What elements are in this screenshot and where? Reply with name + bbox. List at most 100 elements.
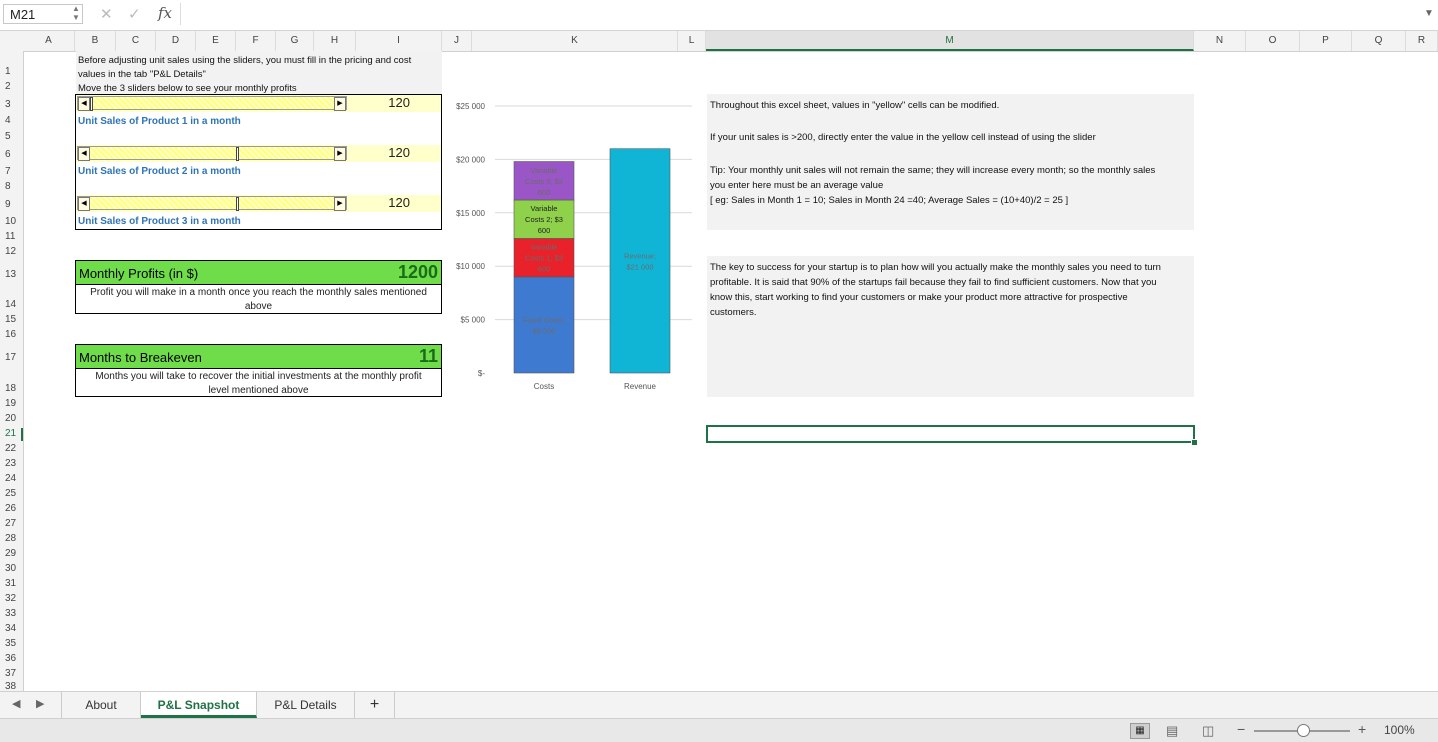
column-header[interactable]: B (75, 31, 116, 51)
row-header[interactable]: 20 (0, 413, 23, 426)
column-header[interactable]: P (1300, 31, 1352, 51)
unit-sales-slider-3[interactable]: ◀ ▶ (77, 196, 347, 211)
column-header[interactable]: E (196, 31, 236, 51)
row-header[interactable]: 21 (0, 428, 23, 441)
column-header[interactable]: C (116, 31, 156, 51)
row-header[interactable]: 13 (0, 269, 23, 282)
row-header[interactable]: 17 (0, 352, 23, 365)
column-header[interactable]: R (1406, 31, 1438, 51)
success-line-1: The key to success for your startup is t… (710, 262, 1161, 273)
row-header[interactable]: 6 (0, 149, 23, 162)
row-header[interactable]: 36 (0, 653, 23, 666)
row-header[interactable]: 32 (0, 593, 23, 606)
slider-decrement-icon[interactable]: ◀ (78, 97, 90, 111)
add-sheet-button[interactable]: + (355, 692, 395, 718)
row-header[interactable]: 15 (0, 314, 23, 327)
slider-thumb[interactable] (235, 197, 239, 211)
row-header[interactable]: 7 (0, 166, 23, 179)
row-header[interactable]: 35 (0, 638, 23, 651)
row-header[interactable]: 30 (0, 563, 23, 576)
slider-increment-icon[interactable]: ▶ (334, 97, 346, 111)
row-header[interactable]: 1 (0, 66, 23, 79)
row-header[interactable]: 28 (0, 533, 23, 546)
costs-revenue-chart[interactable]: $-$5 000$10 000$15 000$20 000$25 000Fixe… (447, 93, 697, 403)
row-header[interactable]: 34 (0, 623, 23, 636)
slider-thumb[interactable] (235, 147, 239, 161)
column-header[interactable]: G (276, 31, 314, 51)
unit-sales-value-3[interactable]: 120 (350, 195, 410, 211)
row-header[interactable]: 12 (0, 246, 23, 259)
row-header[interactable]: 29 (0, 548, 23, 561)
row-header[interactable]: 5 (0, 131, 23, 144)
confirm-icon[interactable]: ✓ (128, 5, 141, 23)
row-header[interactable]: 26 (0, 503, 23, 516)
row-header[interactable]: 37 (0, 668, 23, 681)
column-header[interactable]: M (706, 31, 1194, 51)
page-layout-icon[interactable]: ▤ (1166, 723, 1178, 739)
page-break-icon[interactable]: ◫ (1202, 723, 1214, 739)
slider-increment-icon[interactable]: ▶ (334, 197, 346, 211)
unit-sales-value-1[interactable]: 120 (350, 95, 410, 111)
column-header[interactable]: J (442, 31, 472, 51)
unit-sales-value-2[interactable]: 120 (350, 145, 410, 161)
slider-decrement-icon[interactable]: ◀ (78, 197, 90, 211)
sheet-tab-bar: ◀ ▶ About P&L Snapshot P&L Details + (0, 691, 1438, 719)
tab-pl-details[interactable]: P&L Details (257, 692, 355, 718)
monthly-profits-value[interactable]: 1200 (398, 262, 438, 283)
insert-function-icon[interactable]: fx (158, 4, 172, 22)
row-header[interactable]: 16 (0, 329, 23, 342)
cancel-icon[interactable]: ✕ (100, 5, 113, 23)
row-header[interactable]: 3 (0, 99, 23, 112)
row-header[interactable]: 33 (0, 608, 23, 621)
row-header[interactable]: 18 (0, 383, 23, 396)
column-header[interactable]: A (23, 31, 75, 51)
column-header[interactable]: H (314, 31, 356, 51)
column-header[interactable]: N (1194, 31, 1246, 51)
prev-sheet-icon[interactable]: ◀ (12, 697, 20, 710)
column-header[interactable]: Q (1352, 31, 1406, 51)
column-header[interactable]: F (236, 31, 276, 51)
expand-formula-bar-icon[interactable]: ▼ (1424, 8, 1434, 19)
row-header[interactable]: 14 (0, 299, 23, 312)
row-header[interactable]: 27 (0, 518, 23, 531)
tab-about[interactable]: About (61, 692, 141, 718)
row-header[interactable]: 23 (0, 458, 23, 471)
note-tip-3: [ eg: Sales in Month 1 = 10; Sales in Mo… (710, 195, 1069, 206)
row-header[interactable]: 4 (0, 115, 23, 128)
success-line-4: customers. (710, 307, 757, 318)
column-header[interactable]: L (678, 31, 706, 51)
normal-view-icon[interactable]: ▦ (1130, 723, 1150, 739)
column-header[interactable]: O (1246, 31, 1300, 51)
unit-sales-slider-1[interactable]: ◀ ▶ (77, 96, 347, 111)
row-header[interactable]: 25 (0, 488, 23, 501)
unit-sales-slider-2[interactable]: ◀ ▶ (77, 146, 347, 161)
row-header[interactable]: 31 (0, 578, 23, 591)
unit-sales-label-1: Unit Sales of Product 1 in a month (78, 116, 241, 127)
zoom-level[interactable]: 100% (1384, 723, 1415, 737)
tab-pl-snapshot[interactable]: P&L Snapshot (141, 692, 257, 718)
fill-handle[interactable] (1191, 439, 1198, 446)
row-header[interactable]: 11 (0, 231, 23, 244)
row-header[interactable]: 19 (0, 398, 23, 411)
row-header[interactable]: 9 (0, 199, 23, 212)
slider-decrement-icon[interactable]: ◀ (78, 147, 90, 161)
name-box-stepper-icon[interactable]: ▲ ▼ (70, 4, 82, 24)
slider-increment-icon[interactable]: ▶ (334, 147, 346, 161)
zoom-out-button[interactable]: − (1237, 721, 1245, 737)
column-header[interactable]: D (156, 31, 196, 51)
column-header[interactable]: I (356, 31, 442, 51)
slider-thumb[interactable] (90, 97, 93, 111)
zoom-slider-thumb[interactable] (1297, 724, 1310, 737)
breakeven-value[interactable]: 11 (419, 346, 438, 367)
row-header[interactable]: 8 (0, 181, 23, 194)
row-header[interactable]: 22 (0, 443, 23, 456)
selected-cell[interactable] (706, 425, 1195, 443)
row-header[interactable]: 24 (0, 473, 23, 486)
row-header[interactable]: 2 (0, 81, 23, 94)
next-sheet-icon[interactable]: ▶ (36, 697, 44, 710)
column-header[interactable]: K (472, 31, 678, 51)
formula-input[interactable] (180, 3, 1411, 25)
breakeven-header: Months to Breakeven 11 (76, 345, 441, 369)
row-header[interactable]: 10 (0, 216, 23, 229)
zoom-in-button[interactable]: + (1358, 721, 1366, 737)
